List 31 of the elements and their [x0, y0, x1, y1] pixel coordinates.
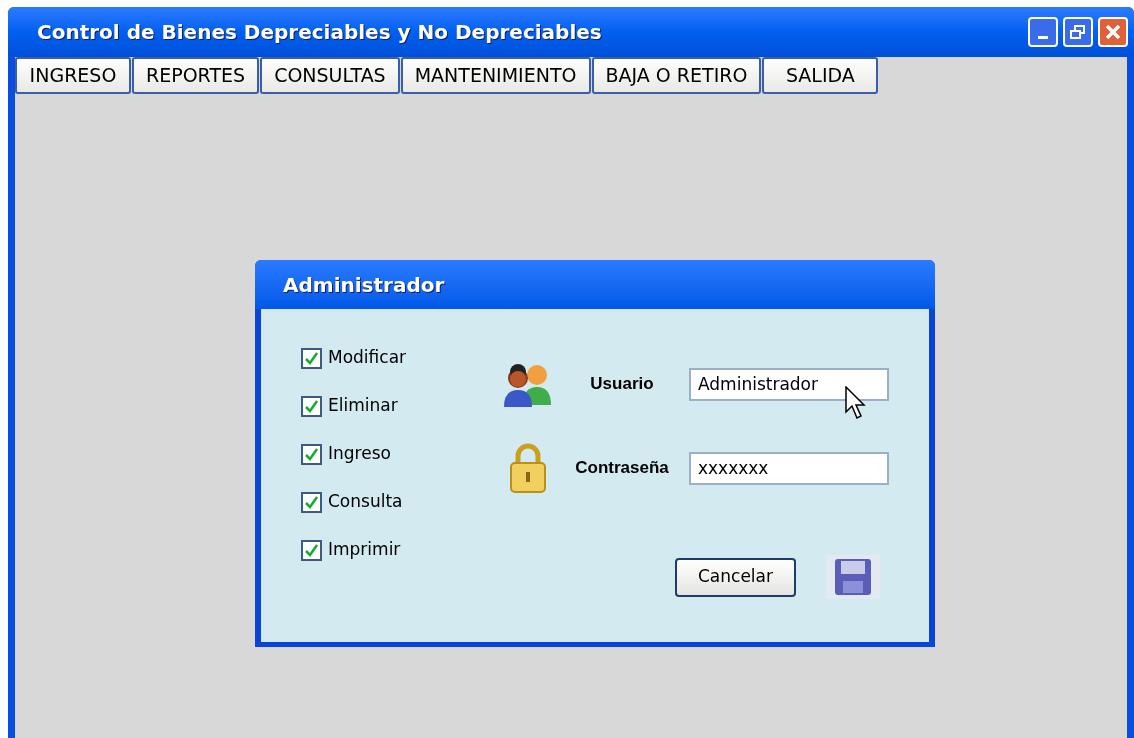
checkbox[interactable] [301, 539, 322, 561]
checkbox-label: Consulta [328, 490, 403, 514]
checkbox-label: Eliminar [328, 394, 398, 418]
password-field[interactable]: xxxxxxx [689, 451, 889, 485]
close-button[interactable] [1098, 17, 1128, 47]
checkbox[interactable] [301, 347, 322, 369]
close-icon [1105, 24, 1121, 40]
menu-tab[interactable]: CONSULTAS [260, 57, 400, 94]
checkbox[interactable] [301, 491, 322, 513]
field-label: Contraseña [574, 457, 670, 480]
checkbox-label: Imprimir [328, 538, 401, 562]
restore-button[interactable] [1063, 17, 1093, 47]
checkbox-label: Modificar [328, 346, 407, 370]
save-icon[interactable] [826, 555, 880, 599]
window-title: Control de Bienes Depreciables y No Depreciables [37, 19, 603, 46]
cursor-icon [845, 385, 867, 420]
menu-tab[interactable]: REPORTES [132, 57, 260, 94]
menu-tab[interactable]: INGRESO [15, 57, 131, 94]
checkbox[interactable] [301, 395, 322, 417]
menu-tab[interactable]: SALIDA [762, 57, 879, 94]
dialog-title: Administrador [283, 271, 445, 299]
padlock-icon [509, 442, 547, 494]
cancel-button[interactable]: Cancelar [675, 557, 796, 597]
checkbox-label: Ingreso [328, 442, 391, 466]
field-label: Usuario [589, 373, 655, 396]
username-field[interactable]: Administrador [689, 367, 889, 401]
restore-icon [1070, 25, 1086, 39]
minimize-button[interactable] [1028, 17, 1058, 47]
menu-tab[interactable]: BAJA O RETIRO [591, 57, 762, 94]
menu-tab[interactable]: MANTENIMIENTO [400, 57, 591, 94]
checkbox[interactable] [301, 443, 322, 465]
